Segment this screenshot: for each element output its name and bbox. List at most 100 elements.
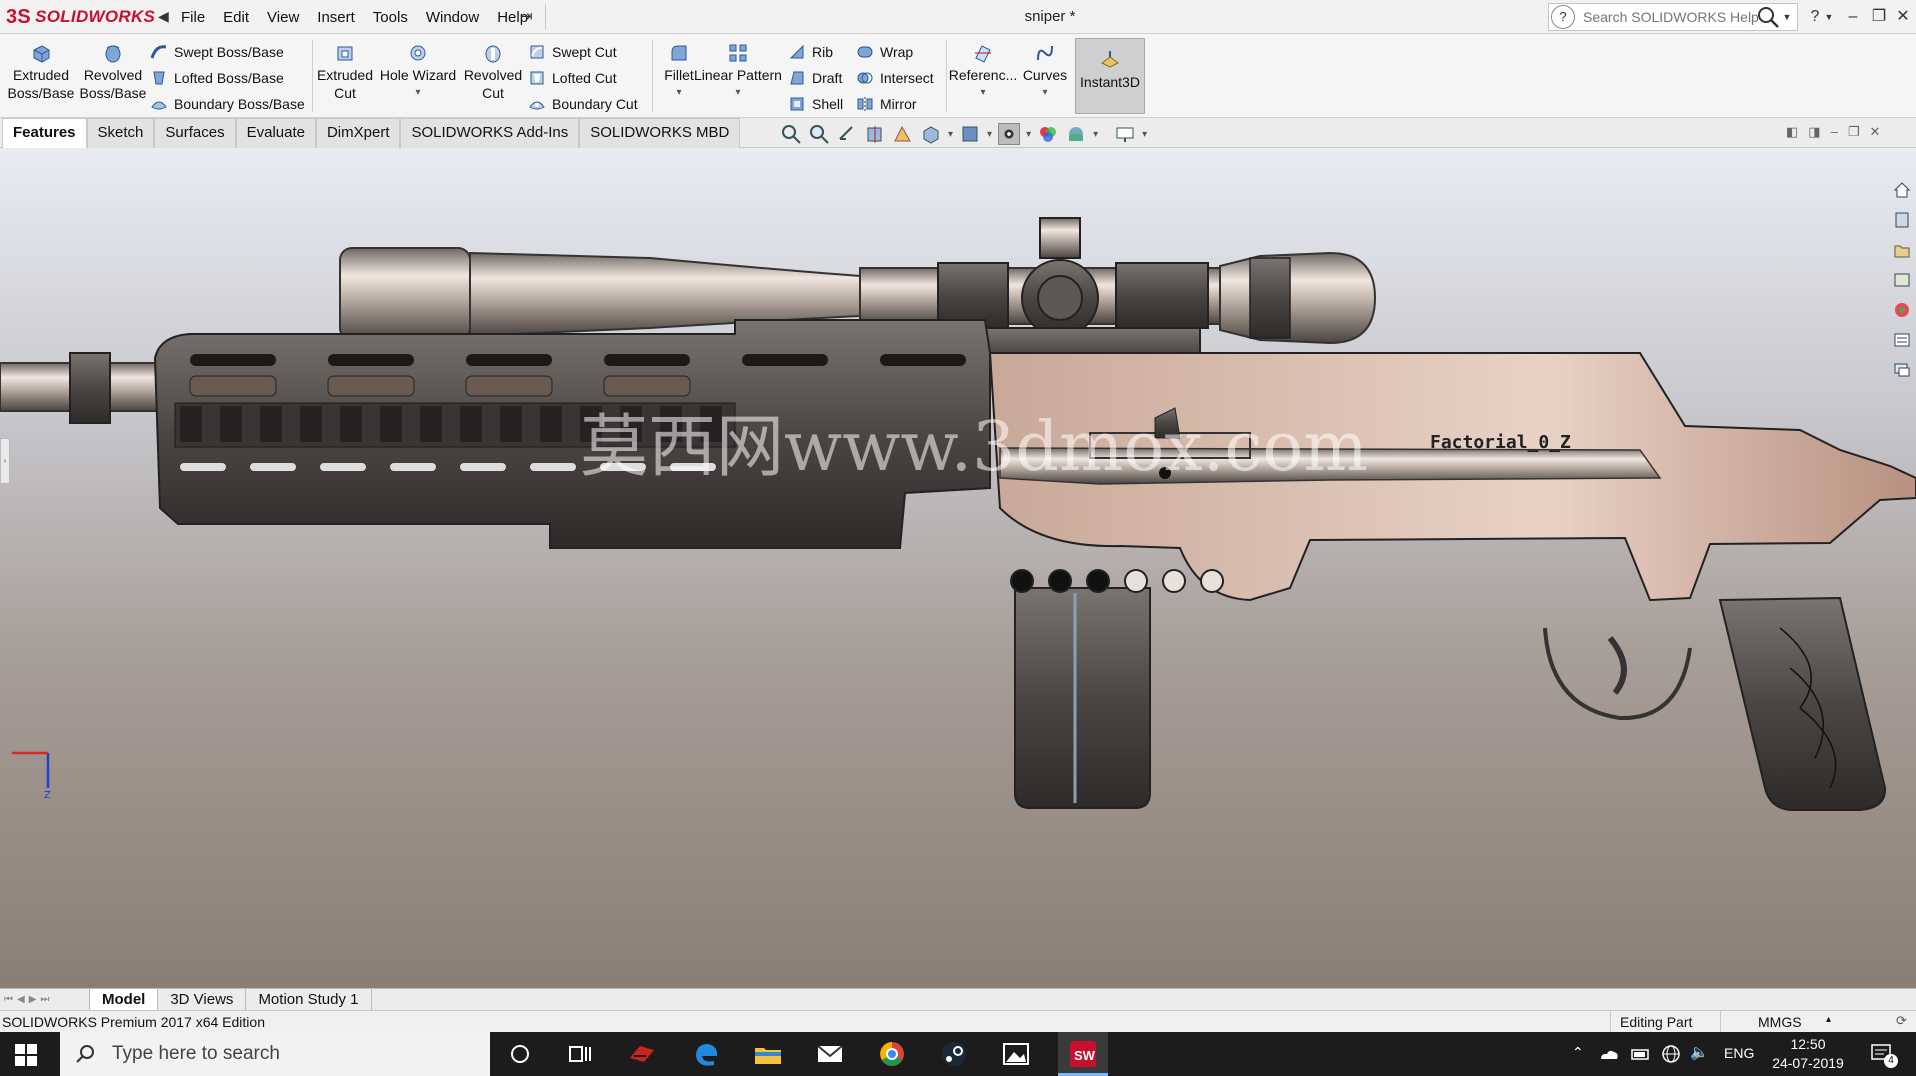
menu-insert[interactable]: Insert: [308, 9, 364, 26]
apply-scene-icon[interactable]: [1065, 123, 1087, 145]
help-dropdown-icon[interactable]: ▼: [1822, 0, 1836, 34]
units-selector[interactable]: MMGS: [1758, 1014, 1802, 1030]
cortana-icon[interactable]: [504, 1038, 536, 1070]
tab-surfaces[interactable]: Surfaces: [154, 118, 236, 148]
swept-cut-button[interactable]: Swept Cut: [528, 40, 648, 64]
dynamic-annotation-icon[interactable]: [892, 123, 914, 145]
display-style-icon[interactable]: [959, 123, 981, 145]
forum-icon[interactable]: [1892, 358, 1912, 382]
tab-evaluate[interactable]: Evaluate: [235, 118, 316, 148]
tab-motion-study[interactable]: Motion Study 1: [246, 989, 372, 1011]
units-dropdown-icon[interactable]: ▴: [1826, 1014, 1831, 1025]
tab-sketch[interactable]: Sketch: [86, 118, 155, 148]
collapse-panel-icon[interactable]: ◨: [1808, 124, 1820, 144]
tab-3d-views[interactable]: 3D Views: [158, 989, 247, 1011]
linear-pattern-dropdown-icon[interactable]: ▾: [735, 84, 740, 102]
previous-view-icon[interactable]: [836, 123, 858, 145]
edge-browser-icon[interactable]: [690, 1038, 722, 1070]
restore-icon[interactable]: ❐: [1866, 0, 1892, 34]
view-settings-icon[interactable]: [1114, 123, 1136, 145]
hide-show-dropdown-icon[interactable]: ▾: [1026, 129, 1031, 140]
extruded-boss-button[interactable]: Extruded Boss/Base: [6, 38, 76, 114]
viewport-restore-icon[interactable]: ❐: [1848, 124, 1860, 144]
view-orientation-icon[interactable]: [920, 123, 942, 145]
file-explorer-icon[interactable]: [1892, 238, 1912, 262]
search-dropdown-icon[interactable]: ▼: [1780, 0, 1794, 34]
zoom-to-area-icon[interactable]: [808, 123, 830, 145]
design-library-icon[interactable]: [1892, 208, 1912, 232]
search-icon[interactable]: [1756, 5, 1780, 29]
first-tab-icon[interactable]: ⏮: [4, 994, 13, 1005]
viewport-minimize-icon[interactable]: –: [1831, 124, 1838, 144]
tab-dimxpert[interactable]: DimXpert: [315, 118, 401, 148]
curves-dropdown-icon[interactable]: ▾: [1042, 84, 1047, 102]
curves-button[interactable]: Curves ▾: [1016, 38, 1074, 114]
boundary-boss-button[interactable]: Boundary Boss/Base: [150, 92, 310, 116]
volume-icon[interactable]: 🔈: [1690, 1043, 1709, 1061]
rebuild-icon[interactable]: ⟳: [1896, 1013, 1907, 1029]
linear-pattern-button[interactable]: Linear Pattern ▾: [692, 38, 784, 114]
pin-icon[interactable]: ⇥: [520, 7, 536, 27]
custom-properties-icon[interactable]: [1892, 328, 1912, 352]
lofted-cut-button[interactable]: Lofted Cut: [528, 66, 648, 90]
solidworks-taskbar-button[interactable]: SW: [1058, 1032, 1108, 1076]
wrap-button[interactable]: Wrap: [856, 40, 946, 64]
hole-wizard-button[interactable]: Hole Wizard ▾: [378, 38, 458, 114]
hole-wizard-dropdown-icon[interactable]: ▾: [415, 84, 420, 102]
task-view-icon[interactable]: [564, 1038, 596, 1070]
tray-expand-icon[interactable]: ⌃: [1572, 1044, 1584, 1061]
network-icon[interactable]: [1660, 1044, 1682, 1064]
tab-addins[interactable]: SOLIDWORKS Add-Ins: [400, 118, 580, 148]
game-app-icon[interactable]: [626, 1038, 658, 1070]
tab-features[interactable]: Features: [2, 118, 87, 148]
onedrive-icon[interactable]: [1598, 1044, 1620, 1064]
menu-edit[interactable]: Edit: [214, 9, 258, 26]
taskbar-search[interactable]: Type here to search: [60, 1032, 490, 1076]
view-palette-icon[interactable]: [1892, 268, 1912, 292]
feature-tree-flyout-handle[interactable]: ›: [0, 438, 10, 484]
view-settings-dropdown-icon[interactable]: ▾: [1142, 129, 1147, 140]
hide-show-items-icon[interactable]: [998, 123, 1021, 145]
fillet-dropdown-icon[interactable]: ▾: [676, 84, 681, 102]
close-icon[interactable]: ✕: [1890, 0, 1916, 34]
reference-geometry-button[interactable]: Referenc... ▾: [949, 38, 1017, 114]
shell-button[interactable]: Shell: [788, 92, 852, 116]
boundary-cut-button[interactable]: Boundary Cut: [528, 92, 648, 116]
view-orientation-dropdown-icon[interactable]: ▾: [948, 129, 953, 140]
tab-model[interactable]: Model: [90, 989, 159, 1011]
viewport-close-icon[interactable]: ✕: [1869, 124, 1880, 144]
menu-view[interactable]: View: [258, 9, 308, 26]
input-language[interactable]: ENG: [1724, 1045, 1754, 1061]
prev-tab-icon[interactable]: ◀: [17, 994, 25, 1005]
solidworks-logo[interactable]: 3S SOLIDWORKS: [6, 2, 155, 32]
home-icon[interactable]: [1892, 178, 1912, 202]
menu-file[interactable]: File: [172, 9, 214, 26]
menu-window[interactable]: Window: [417, 9, 488, 26]
edit-appearance-icon[interactable]: [1037, 123, 1059, 145]
intersect-button[interactable]: Intersect: [856, 66, 946, 90]
expand-panel-icon[interactable]: ◧: [1786, 124, 1798, 144]
next-tab-icon[interactable]: ▶: [29, 994, 37, 1005]
revolved-boss-button[interactable]: Revolved Boss/Base: [78, 38, 148, 114]
start-button[interactable]: [14, 1043, 38, 1067]
rifle-model[interactable]: Factorial_0_Z 莫西网www.3dmox.com Z: [0, 148, 1916, 988]
swept-boss-button[interactable]: Swept Boss/Base: [150, 40, 310, 64]
chrome-icon[interactable]: [876, 1038, 908, 1070]
steam-icon[interactable]: [938, 1038, 970, 1070]
zoom-to-fit-icon[interactable]: [780, 123, 802, 145]
battery-icon[interactable]: [1630, 1044, 1652, 1064]
mirror-button[interactable]: Mirror: [856, 92, 946, 116]
menu-tools[interactable]: Tools: [364, 9, 417, 26]
action-center-button[interactable]: 4: [1870, 1042, 1900, 1068]
file-explorer-taskbar-icon[interactable]: [752, 1038, 784, 1070]
collapse-menu-arrow-icon[interactable]: ◀: [158, 8, 170, 26]
section-view-icon[interactable]: [864, 123, 886, 145]
last-tab-icon[interactable]: ⏭: [40, 994, 49, 1005]
extruded-cut-button[interactable]: Extruded Cut: [314, 38, 376, 114]
help-search-input[interactable]: [1583, 9, 1763, 25]
instant3d-toggle[interactable]: Instant3D: [1075, 38, 1145, 114]
reference-geometry-dropdown-icon[interactable]: ▾: [980, 84, 985, 102]
graphics-area[interactable]: Factorial_0_Z 莫西网www.3dmox.com Z ›: [0, 148, 1916, 988]
appearances-icon[interactable]: [1892, 298, 1912, 322]
clock[interactable]: 12:50 24-07-2019: [1764, 1035, 1852, 1073]
